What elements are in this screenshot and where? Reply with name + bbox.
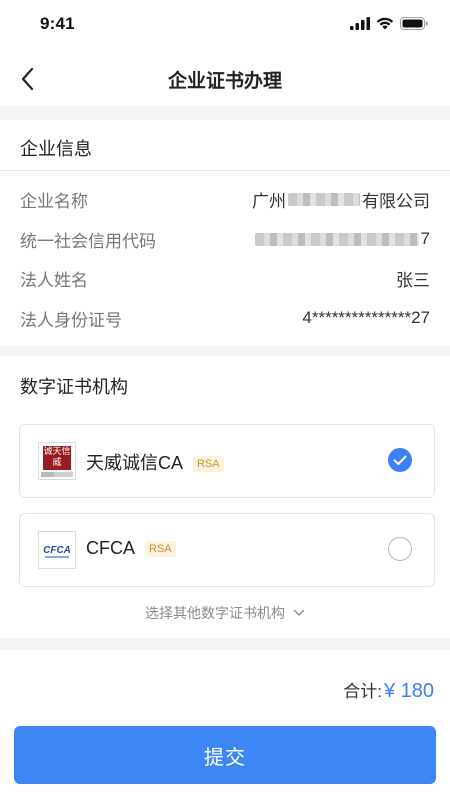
company-info-title: 企业信息	[20, 139, 92, 159]
tianwei-logo-subtext	[41, 472, 73, 477]
radio-checked[interactable]	[388, 448, 412, 472]
legal-person-row: 法人姓名 张三	[20, 266, 430, 290]
more-ca-label: 选择其他数字证书机构	[145, 605, 286, 621]
id-number-label: 法人身份证号	[20, 310, 122, 330]
navigation-bar: 企业证书办理	[0, 52, 450, 106]
credit-code-suffix: 7	[420, 229, 430, 248]
rsa-badge: RSA	[193, 456, 224, 472]
credit-code-value: 7	[253, 229, 430, 249]
total-row: 合计: ¥ 180	[343, 677, 434, 703]
ca-name-text: 天威诚信CA	[86, 453, 184, 473]
ca-name-text: CFCA	[86, 538, 135, 558]
svg-text:CFCA: CFCA	[43, 545, 71, 556]
ca-option-name: CFCA RSA	[86, 538, 176, 559]
chevron-down-icon	[293, 609, 305, 616]
ca-section-title: 数字证书机构	[20, 377, 128, 397]
id-number-value: 4***************27	[302, 308, 430, 327]
company-name-label: 企业名称	[20, 191, 88, 211]
legal-person-value: 张三	[396, 270, 430, 290]
company-info-card: 企业信息 企业名称 广州 有限公司 统一社会信用代码 7 法人姓名 张三 法人身…	[0, 120, 450, 346]
more-ca-link[interactable]: 选择其他数字证书机构	[0, 603, 450, 623]
company-name-row: 企业名称 广州 有限公司	[20, 187, 430, 211]
masked-text	[288, 192, 360, 206]
tianwei-logo: 诚天信威	[38, 442, 76, 480]
divider	[0, 170, 450, 171]
masked-text	[254, 232, 419, 246]
submit-button[interactable]: 提交	[14, 726, 436, 784]
legal-person-label: 法人姓名	[20, 270, 88, 290]
tianwei-logo-mark: 诚天信威	[43, 446, 71, 470]
ca-option-cfca[interactable]: CFCA CFCA RSA	[19, 513, 435, 587]
ca-option-name: 天威诚信CA RSA	[86, 449, 224, 475]
company-name-prefix: 广州	[252, 191, 286, 211]
ca-selection-card: 数字证书机构 诚天信威 天威诚信CA RSA CFCA CFCA RSA 选择其他数…	[0, 356, 450, 638]
page-title: 企业证书办理	[167, 71, 282, 92]
status-icons	[350, 17, 428, 30]
order-summary: 合计: ¥ 180 提交	[0, 650, 450, 800]
total-label: 合计:	[343, 682, 382, 701]
status-bar: 9:41	[0, 0, 450, 52]
credit-code-row: 统一社会信用代码 7	[20, 227, 430, 251]
ca-option-tianwei[interactable]: 诚天信威 天威诚信CA RSA	[19, 424, 435, 498]
status-time: 9:41	[40, 14, 75, 33]
credit-code-label: 统一社会信用代码	[20, 231, 156, 251]
rsa-badge: RSA	[145, 541, 176, 557]
radio-unchecked[interactable]	[388, 537, 412, 561]
company-name-suffix: 有限公司	[362, 191, 430, 211]
company-name-value: 广州 有限公司	[252, 187, 430, 212]
wifi-icon	[376, 17, 394, 30]
battery-icon	[400, 17, 428, 30]
id-number-row: 法人身份证号 4***************27	[20, 306, 430, 330]
cfca-logo-mark: CFCA	[43, 545, 71, 558]
cfca-logo: CFCA	[38, 531, 76, 569]
signal-icon	[350, 17, 370, 30]
total-value: ¥ 180	[383, 680, 434, 702]
check-icon	[393, 455, 407, 465]
